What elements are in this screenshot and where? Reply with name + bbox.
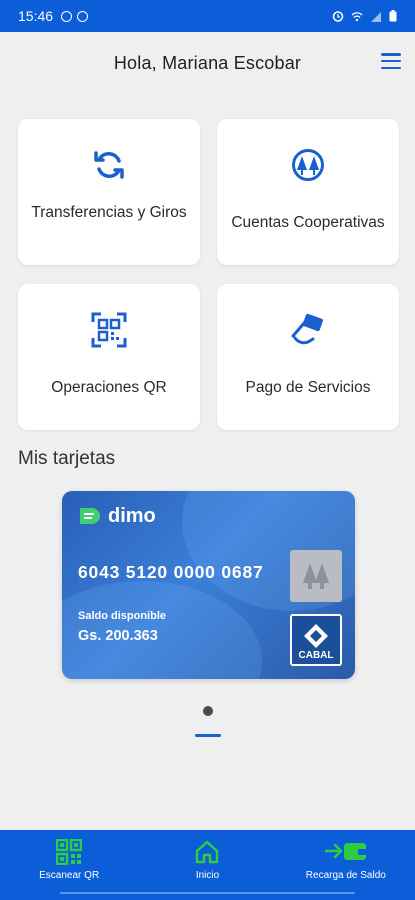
card-brand: dimo (108, 505, 156, 527)
signal-icon (371, 11, 381, 22)
tile-label: Pago de Servicios (245, 379, 371, 396)
status-bar: 15:46 (0, 0, 415, 32)
alarm-icon (332, 11, 344, 22)
qr-scan-icon (91, 312, 127, 348)
refresh-arrows-icon (94, 151, 124, 179)
section-title-mis-tarjetas: Mis tarjetas (18, 448, 116, 469)
nav-label: Escanear QR (39, 870, 100, 881)
dimo-logo-icon (80, 507, 100, 524)
tile-label: Cuentas Cooperativas (231, 214, 385, 231)
app-header: Hola, Mariana Escobar (0, 32, 415, 94)
qr-code-icon (56, 839, 83, 865)
cabal-logo: CABAL (290, 614, 342, 666)
home-indicator (60, 892, 355, 894)
cabal-diamond-icon (304, 624, 328, 648)
dimo-card[interactable]: dimo 6043 5120 0000 0687 Saldo disponibl… (62, 491, 355, 679)
hamburger-menu-icon[interactable] (381, 53, 401, 69)
card-number: 6043 5120 0000 0687 (78, 562, 264, 582)
notification-icon (77, 10, 89, 22)
tile-transferencias[interactable]: Transferencias y Giros (18, 119, 200, 265)
cooperative-logo-icon (290, 550, 342, 602)
navigation-icon (61, 10, 73, 22)
balance-label: Saldo disponible (78, 610, 167, 622)
wallet-arrow-icon (324, 843, 366, 860)
tile-operaciones-qr[interactable]: Operaciones QR (18, 284, 200, 430)
balance-value: Gs. 200.363 (78, 628, 158, 644)
nav-label: Recarga de Saldo (305, 870, 386, 881)
tile-cuentas-cooperativas[interactable]: Cuentas Cooperativas (217, 119, 399, 265)
wifi-icon (351, 11, 363, 21)
tile-label: Transferencias y Giros (31, 204, 187, 221)
greeting-title: Hola, Mariana Escobar (113, 52, 302, 73)
cooperative-pines-icon (292, 149, 324, 181)
tile-pago-servicios[interactable]: Pago de Servicios (217, 284, 399, 430)
nav-recarga-saldo[interactable]: Recarga de Saldo (277, 830, 415, 900)
nav-label: Inicio (195, 870, 220, 881)
carousel-indicator (195, 734, 221, 737)
tile-label: Operaciones QR (51, 379, 167, 396)
card-network: CABAL (298, 650, 334, 661)
bottom-nav: Escanear QR Inicio Recarga de Saldo (0, 830, 415, 900)
battery-icon (389, 10, 397, 22)
card-payment-icon (291, 313, 323, 345)
carousel-page-dot[interactable] (203, 706, 213, 716)
nav-inicio[interactable]: Inicio (138, 830, 276, 900)
nav-escanear-qr[interactable]: Escanear QR (0, 830, 138, 900)
status-time: 15:46 (18, 8, 54, 24)
home-icon (196, 840, 219, 864)
